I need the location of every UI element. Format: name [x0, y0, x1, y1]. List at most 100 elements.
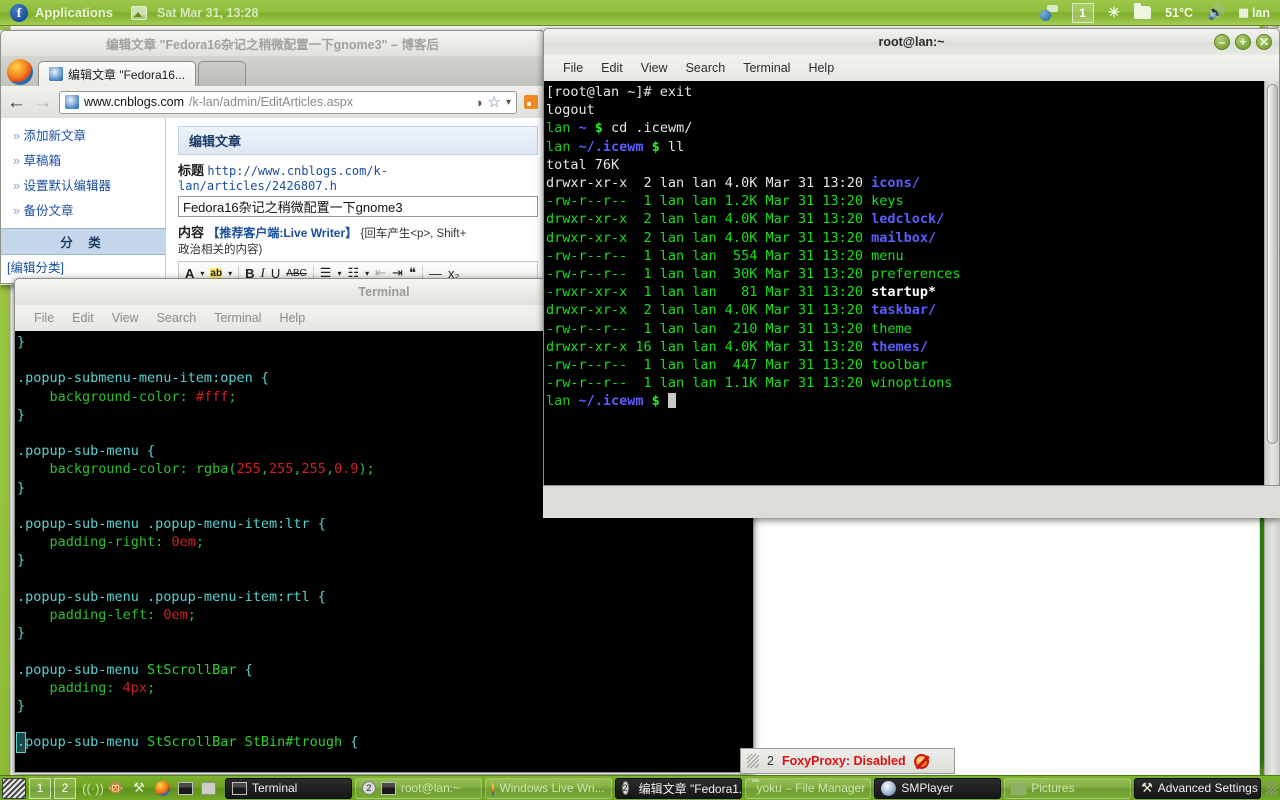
vim-text: .popup-sub-menu: [17, 443, 139, 460]
terminal-root-window[interactable]: root@lan:~ – + ✕ File Edit View Search T…: [543, 28, 1280, 518]
taskbar-task-pictures[interactable]: Pictures: [1004, 777, 1132, 799]
taskbar-task-blog[interactable]: 2 编辑文章 "Fedora1...: [614, 777, 742, 799]
volume-icon[interactable]: 🔊: [1207, 4, 1224, 21]
menu-edit[interactable]: Edit: [63, 309, 103, 327]
taskbar-task-advanced-settings[interactable]: ⚒ Advanced Settings: [1134, 777, 1261, 799]
vim-text: 255: [301, 461, 326, 478]
close-icon[interactable]: ✕: [1256, 34, 1272, 50]
brightness-icon[interactable]: ☀: [1108, 4, 1121, 21]
terminal-root-body[interactable]: [root@lan ~]# exit logout lan ~ $ cd .icew…: [543, 81, 1280, 486]
foxyproxy-disabled-icon[interactable]: [913, 753, 929, 769]
terminal-root-scrollbar[interactable]: [1264, 81, 1279, 485]
start-menu-icon[interactable]: [2, 777, 26, 799]
terminal-text: -rw-r--r-- 1 lan lan 210 Mar 31 13:20: [546, 320, 872, 337]
minimize-icon[interactable]: –: [1214, 34, 1230, 50]
taskbar-task-root[interactable]: 2 root@lan:~: [354, 777, 482, 799]
terminal-text: $: [651, 393, 668, 410]
sidebar-item-new-article[interactable]: 添加新文章: [7, 122, 165, 147]
tools-icon[interactable]: ⚒: [130, 779, 148, 797]
taskbar-task-terminal[interactable]: Terminal: [225, 777, 352, 799]
vim-text: {: [342, 734, 359, 751]
menu-edit[interactable]: Edit: [592, 59, 632, 77]
terminal-line: -rw-r--r-- 1 lan lan 30K Mar 31 13:20 pr…: [546, 265, 1263, 283]
keyboard-layout-label: lan: [1251, 5, 1270, 20]
keyboard-layout-indicator[interactable]: ▦ lan: [1239, 6, 1270, 20]
sidebar-item-backup[interactable]: 备份文章: [7, 197, 165, 222]
font-color-dropdown-icon[interactable]: ▾: [200, 269, 204, 278]
vim-line: padding-left: 0em;: [17, 606, 753, 624]
terminal-text: -rw-r--r-- 1 lan lan 1.1K Mar 31 13:20: [546, 375, 872, 392]
terminal-text: startup*: [871, 284, 937, 301]
firefox-logo-icon: [7, 59, 33, 85]
taskbar-task-smplayer[interactable]: SMPlayer: [874, 777, 1002, 799]
chevron-down-icon[interactable]: ▾: [506, 97, 511, 108]
workspace-indicator[interactable]: 1: [1071, 2, 1094, 23]
menu-file[interactable]: File: [554, 59, 592, 77]
save-icon[interactable]: [199, 779, 217, 797]
taskbar-workspace-2[interactable]: 2: [54, 777, 76, 799]
taskbar-task-file-manager[interactable]: yoku – File Manager: [744, 777, 872, 799]
url-bar[interactable]: www.cnblogs.com/k-lan/admin/EditArticles…: [59, 90, 517, 114]
taskbar-task-live-writer[interactable]: Windows Live Wri...: [484, 777, 612, 799]
sidebar-item-edit-category[interactable]: [编辑分类]: [7, 255, 165, 276]
network-icon[interactable]: [1039, 4, 1058, 21]
highlight-dropdown-icon[interactable]: ▾: [228, 269, 232, 278]
bullet-list-dropdown-icon[interactable]: ▾: [337, 269, 341, 278]
back-button[interactable]: ←: [7, 93, 26, 112]
menu-help[interactable]: Help: [270, 309, 314, 327]
applications-menu-label: Applications: [35, 5, 114, 20]
foxyproxy-status-label[interactable]: FoxyProxy: Disabled: [782, 754, 906, 768]
vim-text: {: [309, 588, 326, 605]
applications-menu-button[interactable]: f Applications: [0, 1, 123, 25]
menu-view[interactable]: View: [103, 309, 148, 327]
monkey-icon[interactable]: 🐵: [107, 779, 125, 797]
permalink-text[interactable]: http://www.cnblogs.com/k-lan/articles/24…: [178, 164, 388, 193]
vim-line: [17, 642, 753, 660]
taskbar-task-label: Pictures: [1031, 781, 1075, 795]
vim-text: ;: [195, 534, 204, 551]
folder-icon[interactable]: [1134, 3, 1152, 19]
firefox-window[interactable]: 编辑文章 "Fedora16杂记之稍微配置一下gnome3" – 博客后 编辑文…: [0, 30, 545, 285]
maximize-icon[interactable]: +: [1235, 34, 1251, 50]
menu-terminal[interactable]: Terminal: [734, 59, 799, 77]
vim-text: }: [17, 698, 26, 715]
menu-view[interactable]: View: [632, 59, 677, 77]
panel-clock[interactable]: Sat Mar 31, 13:28: [147, 6, 270, 20]
sidebar-item-drafts[interactable]: 草稿箱: [7, 147, 165, 172]
bookmark-star-icon[interactable]: ☆: [488, 93, 501, 111]
forward-button[interactable]: →: [33, 93, 52, 112]
rss-icon[interactable]: [524, 95, 538, 109]
menu-file[interactable]: File: [25, 309, 63, 327]
go-icon[interactable]: ◑: [475, 95, 483, 110]
terminal-text: winoptions: [871, 375, 953, 392]
firefox-icon[interactable]: [153, 779, 171, 797]
temperature-indicator[interactable]: 51°C: [1165, 6, 1193, 20]
image-icon[interactable]: [131, 5, 148, 20]
firefox-tab[interactable]: 编辑文章 "Fedora16...: [38, 61, 196, 86]
identity-icon[interactable]: [65, 95, 79, 109]
menu-terminal[interactable]: Terminal: [205, 309, 270, 327]
sidebar-item-default-editor[interactable]: 设置默认编辑器: [7, 172, 165, 197]
keyboard-icon: ▦: [1238, 7, 1249, 19]
taskbar-resize-grip-icon[interactable]: [1266, 781, 1278, 795]
menu-search[interactable]: Search: [148, 309, 206, 327]
resize-grip-icon[interactable]: [747, 754, 759, 768]
vim-line: padding-right: 0em;: [17, 533, 753, 551]
numbered-list-dropdown-icon[interactable]: ▾: [365, 269, 369, 278]
taskbar-workspace-1[interactable]: 1: [29, 777, 51, 799]
menu-help[interactable]: Help: [799, 59, 843, 77]
strikethrough-button[interactable]: ABC: [286, 268, 307, 279]
firefox-new-tab-button[interactable]: [197, 61, 246, 86]
article-title-input[interactable]: [178, 196, 538, 217]
vim-text: }: [17, 479, 26, 496]
signal-icon[interactable]: ((·)): [82, 779, 104, 797]
terminal-line: lan ~/.icewm $: [546, 392, 1263, 410]
highlight-button[interactable]: ab: [210, 267, 223, 279]
menu-search[interactable]: Search: [677, 59, 735, 77]
vim-text: popup-sub-menu: [25, 734, 148, 751]
terminal-icon[interactable]: [176, 779, 194, 797]
terminal-root-titlebar[interactable]: root@lan:~ – + ✕: [543, 28, 1280, 55]
vim-text: 255: [236, 461, 261, 478]
window-controls: – + ✕: [1214, 34, 1272, 50]
taskbar-task-label: yoku – File Manager: [756, 781, 866, 795]
